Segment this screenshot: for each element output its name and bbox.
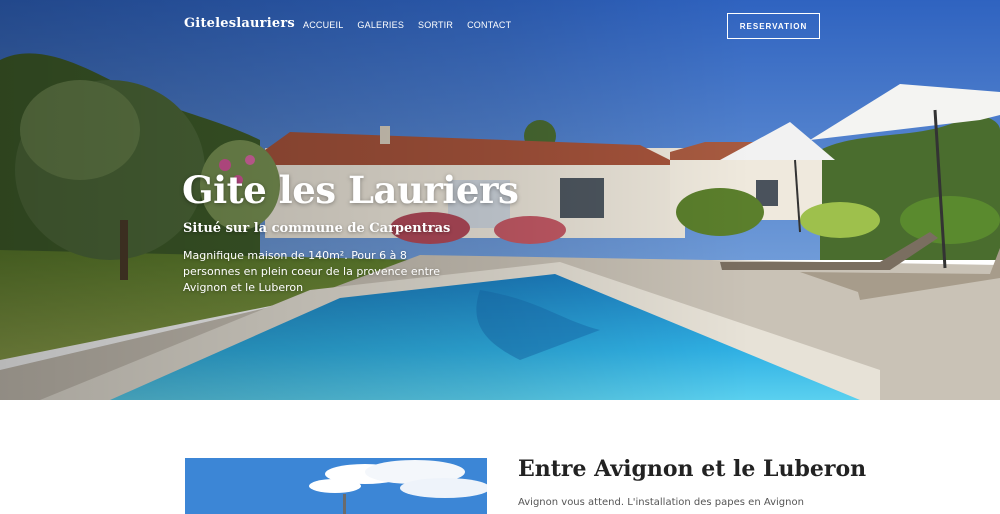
intro-title: Entre Avignon et le Luberon [518,456,867,482]
site-logo[interactable]: Giteleslauriers [184,16,295,31]
hero-description: Magnifique maison de 140m². Pour 6 à 8 p… [183,249,440,294]
hero-subtitle: Situé sur la commune de Carpentras [183,221,451,236]
menu-item-sortir[interactable]: SORTIR [418,20,453,30]
avignon-photo-graphic [185,458,487,514]
intro-text: Avignon vous attend. L'installation des … [518,497,804,508]
menu-item-accueil[interactable]: ACCUEIL [303,20,343,30]
hero-section: Giteleslauriers ACCUEIL GALERIES SORTIR … [0,0,1000,400]
main-menu: ACCUEIL GALERIES SORTIR CONTACT [303,20,511,30]
hero-title: Gite les Lauriers [182,168,519,212]
reservation-button[interactable]: RESERVATION [727,13,820,39]
menu-item-galeries[interactable]: GALERIES [357,20,404,30]
intro-section: Entre Avignon et le Luberon Avignon vous… [0,400,1000,514]
menu-item-contact[interactable]: CONTACT [467,20,511,30]
top-navbar: Giteleslauriers ACCUEIL GALERIES SORTIR … [0,0,1000,52]
avignon-photo [185,458,487,514]
